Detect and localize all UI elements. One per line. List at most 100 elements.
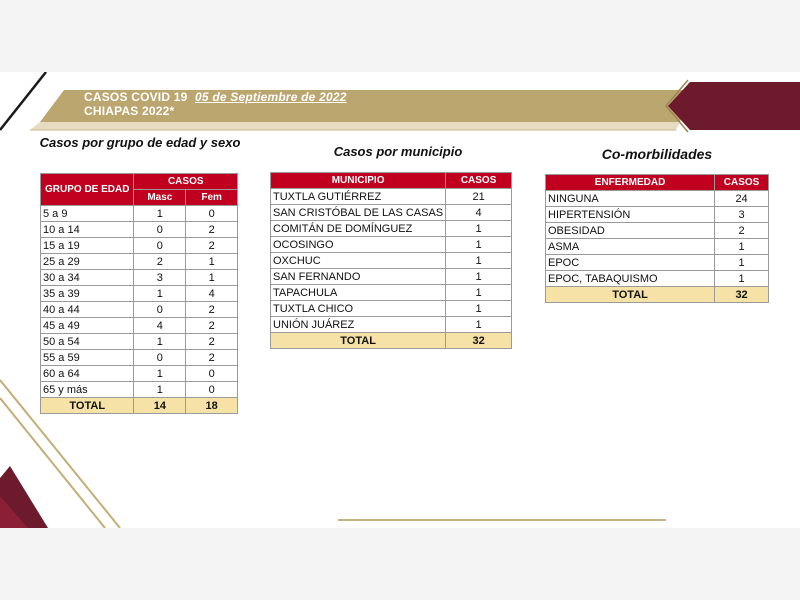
total-fem: 18 — [185, 397, 238, 414]
cell-casos: 1 — [445, 268, 512, 285]
table-row: SAN FERNANDO 1 — [269, 268, 512, 285]
table-row: 55 a 59 0 2 — [39, 349, 238, 366]
cell-grupo: 40 a 44 — [39, 301, 135, 318]
table-row: UNIÓN JUÁREZ 1 — [269, 316, 512, 333]
table-row: 10 a 14 0 2 — [39, 221, 238, 238]
cell-grupo: 10 a 14 — [39, 221, 135, 238]
cell-enfermedad: OBESIDAD — [544, 222, 716, 239]
cell-enfermedad: EPOC, TABAQUISMO — [544, 270, 716, 287]
cell-fem: 0 — [185, 381, 238, 398]
cell-grupo: 65 y más — [39, 381, 135, 398]
cell-masc: 0 — [133, 237, 187, 254]
cell-masc: 1 — [133, 285, 187, 302]
cell-grupo: 5 a 9 — [39, 205, 135, 222]
cell-grupo: 55 a 59 — [39, 349, 135, 366]
cell-grupo: 50 a 54 — [39, 333, 135, 350]
cell-grupo: 30 a 34 — [39, 269, 135, 286]
cell-casos: 1 — [714, 238, 769, 255]
table-row: EPOC 1 — [544, 254, 769, 271]
table-row: 65 y más 1 0 — [39, 381, 238, 398]
cell-grupo: 45 a 49 — [39, 317, 135, 334]
header-grupo-edad: GRUPO DE EDAD — [39, 173, 135, 206]
cell-fem: 2 — [185, 221, 238, 238]
cell-enfermedad: NINGUNA — [544, 190, 716, 207]
table-row: 5 a 910 — [39, 205, 238, 222]
banner-line2: CHIAPAS 2022* — [84, 104, 175, 118]
table-row: OXCHUC 1 — [269, 252, 512, 269]
cell-grupo: 35 a 39 — [39, 285, 135, 302]
cell-casos: 21 — [445, 188, 512, 205]
cell-masc: 0 — [133, 301, 187, 318]
cell-masc: 0 — [133, 349, 187, 366]
cell-enfermedad: EPOC — [544, 254, 716, 271]
cell-municipio: UNIÓN JUÁREZ — [269, 316, 447, 333]
cell-casos: 3 — [714, 206, 769, 223]
cell-fem: 1 — [185, 269, 238, 286]
cell-masc: 1 — [133, 333, 187, 350]
table-row: OCOSINGO 1 — [269, 236, 512, 253]
cell-casos: 1 — [445, 316, 512, 333]
slide: CASOS COVID 19 05 de Septiembre de 2022 … — [0, 72, 800, 528]
cell-fem: 2 — [185, 317, 238, 334]
table-row: TAPACHULA 1 — [269, 284, 512, 301]
deco-line-top-left — [0, 72, 47, 131]
cell-municipio: SAN CRISTÓBAL DE LAS CASAS — [269, 204, 447, 221]
total-row: TOTAL 14 18 — [39, 397, 238, 414]
cell-casos: 1 — [714, 254, 769, 271]
cell-enfermedad: ASMA — [544, 238, 716, 255]
header-municipio: MUNICIPIO — [269, 172, 447, 189]
table-comorbilidades: ENFERMEDAD CASOS NINGUNA 24 HIPERTENSIÓN 3 O… — [544, 174, 769, 303]
banner-title: CASOS COVID 19 05 de Septiembre de 2022 … — [84, 90, 347, 118]
cell-grupo: 25 a 29 — [39, 253, 135, 270]
total-label: TOTAL — [39, 397, 135, 414]
total-casos: 32 — [445, 332, 512, 349]
table-edad: GRUPO DE EDAD CASOS Masc Fem 5 a 9 1 0 10 a… — [39, 173, 238, 414]
cell-casos: 1 — [445, 284, 512, 301]
cell-fem: 0 — [185, 205, 238, 222]
cell-fem: 2 — [185, 349, 238, 366]
header-casos: CASOS — [133, 173, 238, 190]
cell-casos: 1 — [445, 252, 512, 269]
cell-fem: 4 — [185, 285, 238, 302]
title-municipio: Casos por municipio — [333, 144, 463, 159]
cell-masc: 4 — [133, 317, 187, 334]
cell-municipio: OCOSINGO — [269, 236, 447, 253]
cell-masc: 3 — [133, 269, 187, 286]
cell-casos: 24 — [714, 190, 769, 207]
cell-grupo: 60 a 64 — [39, 365, 135, 382]
cell-casos: 4 — [445, 204, 512, 221]
total-label: TOTAL — [269, 332, 447, 349]
table-row: EPOC, TABAQUISMO 1 — [544, 270, 769, 287]
cell-municipio: TUXTLA CHICO — [269, 300, 447, 317]
cell-masc: 1 — [133, 205, 187, 222]
cell-fem: 2 — [185, 237, 238, 254]
cell-casos: 2 — [714, 222, 769, 239]
header-masc: Masc — [133, 189, 187, 206]
total-row: TOTAL 32 — [544, 286, 769, 303]
table-row: 40 a 44 0 2 — [39, 301, 238, 318]
table-row: COMITÁN DE DOMÍNGUEZ 1 — [269, 220, 512, 237]
bottom-margin — [0, 528, 800, 600]
cell-casos: 1 — [445, 220, 512, 237]
table-row: HIPERTENSIÓN 3 — [544, 206, 769, 223]
table-row: OBESIDAD 2 — [544, 222, 769, 239]
cell-grupo: 15 a 19 — [39, 237, 135, 254]
table-row: 25 a 29 2 1 — [39, 253, 238, 270]
total-label: TOTAL — [544, 286, 716, 303]
cell-municipio: SAN FERNANDO — [269, 268, 447, 285]
cell-municipio: OXCHUC — [269, 252, 447, 269]
cell-masc: 1 — [133, 365, 187, 382]
cell-masc: 0 — [133, 221, 187, 238]
title-edad: Casos por grupo de edad y sexo — [39, 135, 241, 150]
cell-municipio: TUXTLA GUTIÉRREZ — [269, 188, 447, 205]
table-row: 60 a 64 1 0 — [39, 365, 238, 382]
cell-fem: 2 — [185, 333, 238, 350]
total-casos: 32 — [714, 286, 769, 303]
table-row: TUXTLA CHICO 1 — [269, 300, 512, 317]
cell-municipio: COMITÁN DE DOMÍNGUEZ — [269, 220, 447, 237]
table-row: SAN CRISTÓBAL DE LAS CASAS 4 — [269, 204, 512, 221]
table-row: 35 a 39 1 4 — [39, 285, 238, 302]
cell-fem: 0 — [185, 365, 238, 382]
table-row: NINGUNA 24 — [544, 190, 769, 207]
total-row: TOTAL 32 — [269, 332, 512, 349]
